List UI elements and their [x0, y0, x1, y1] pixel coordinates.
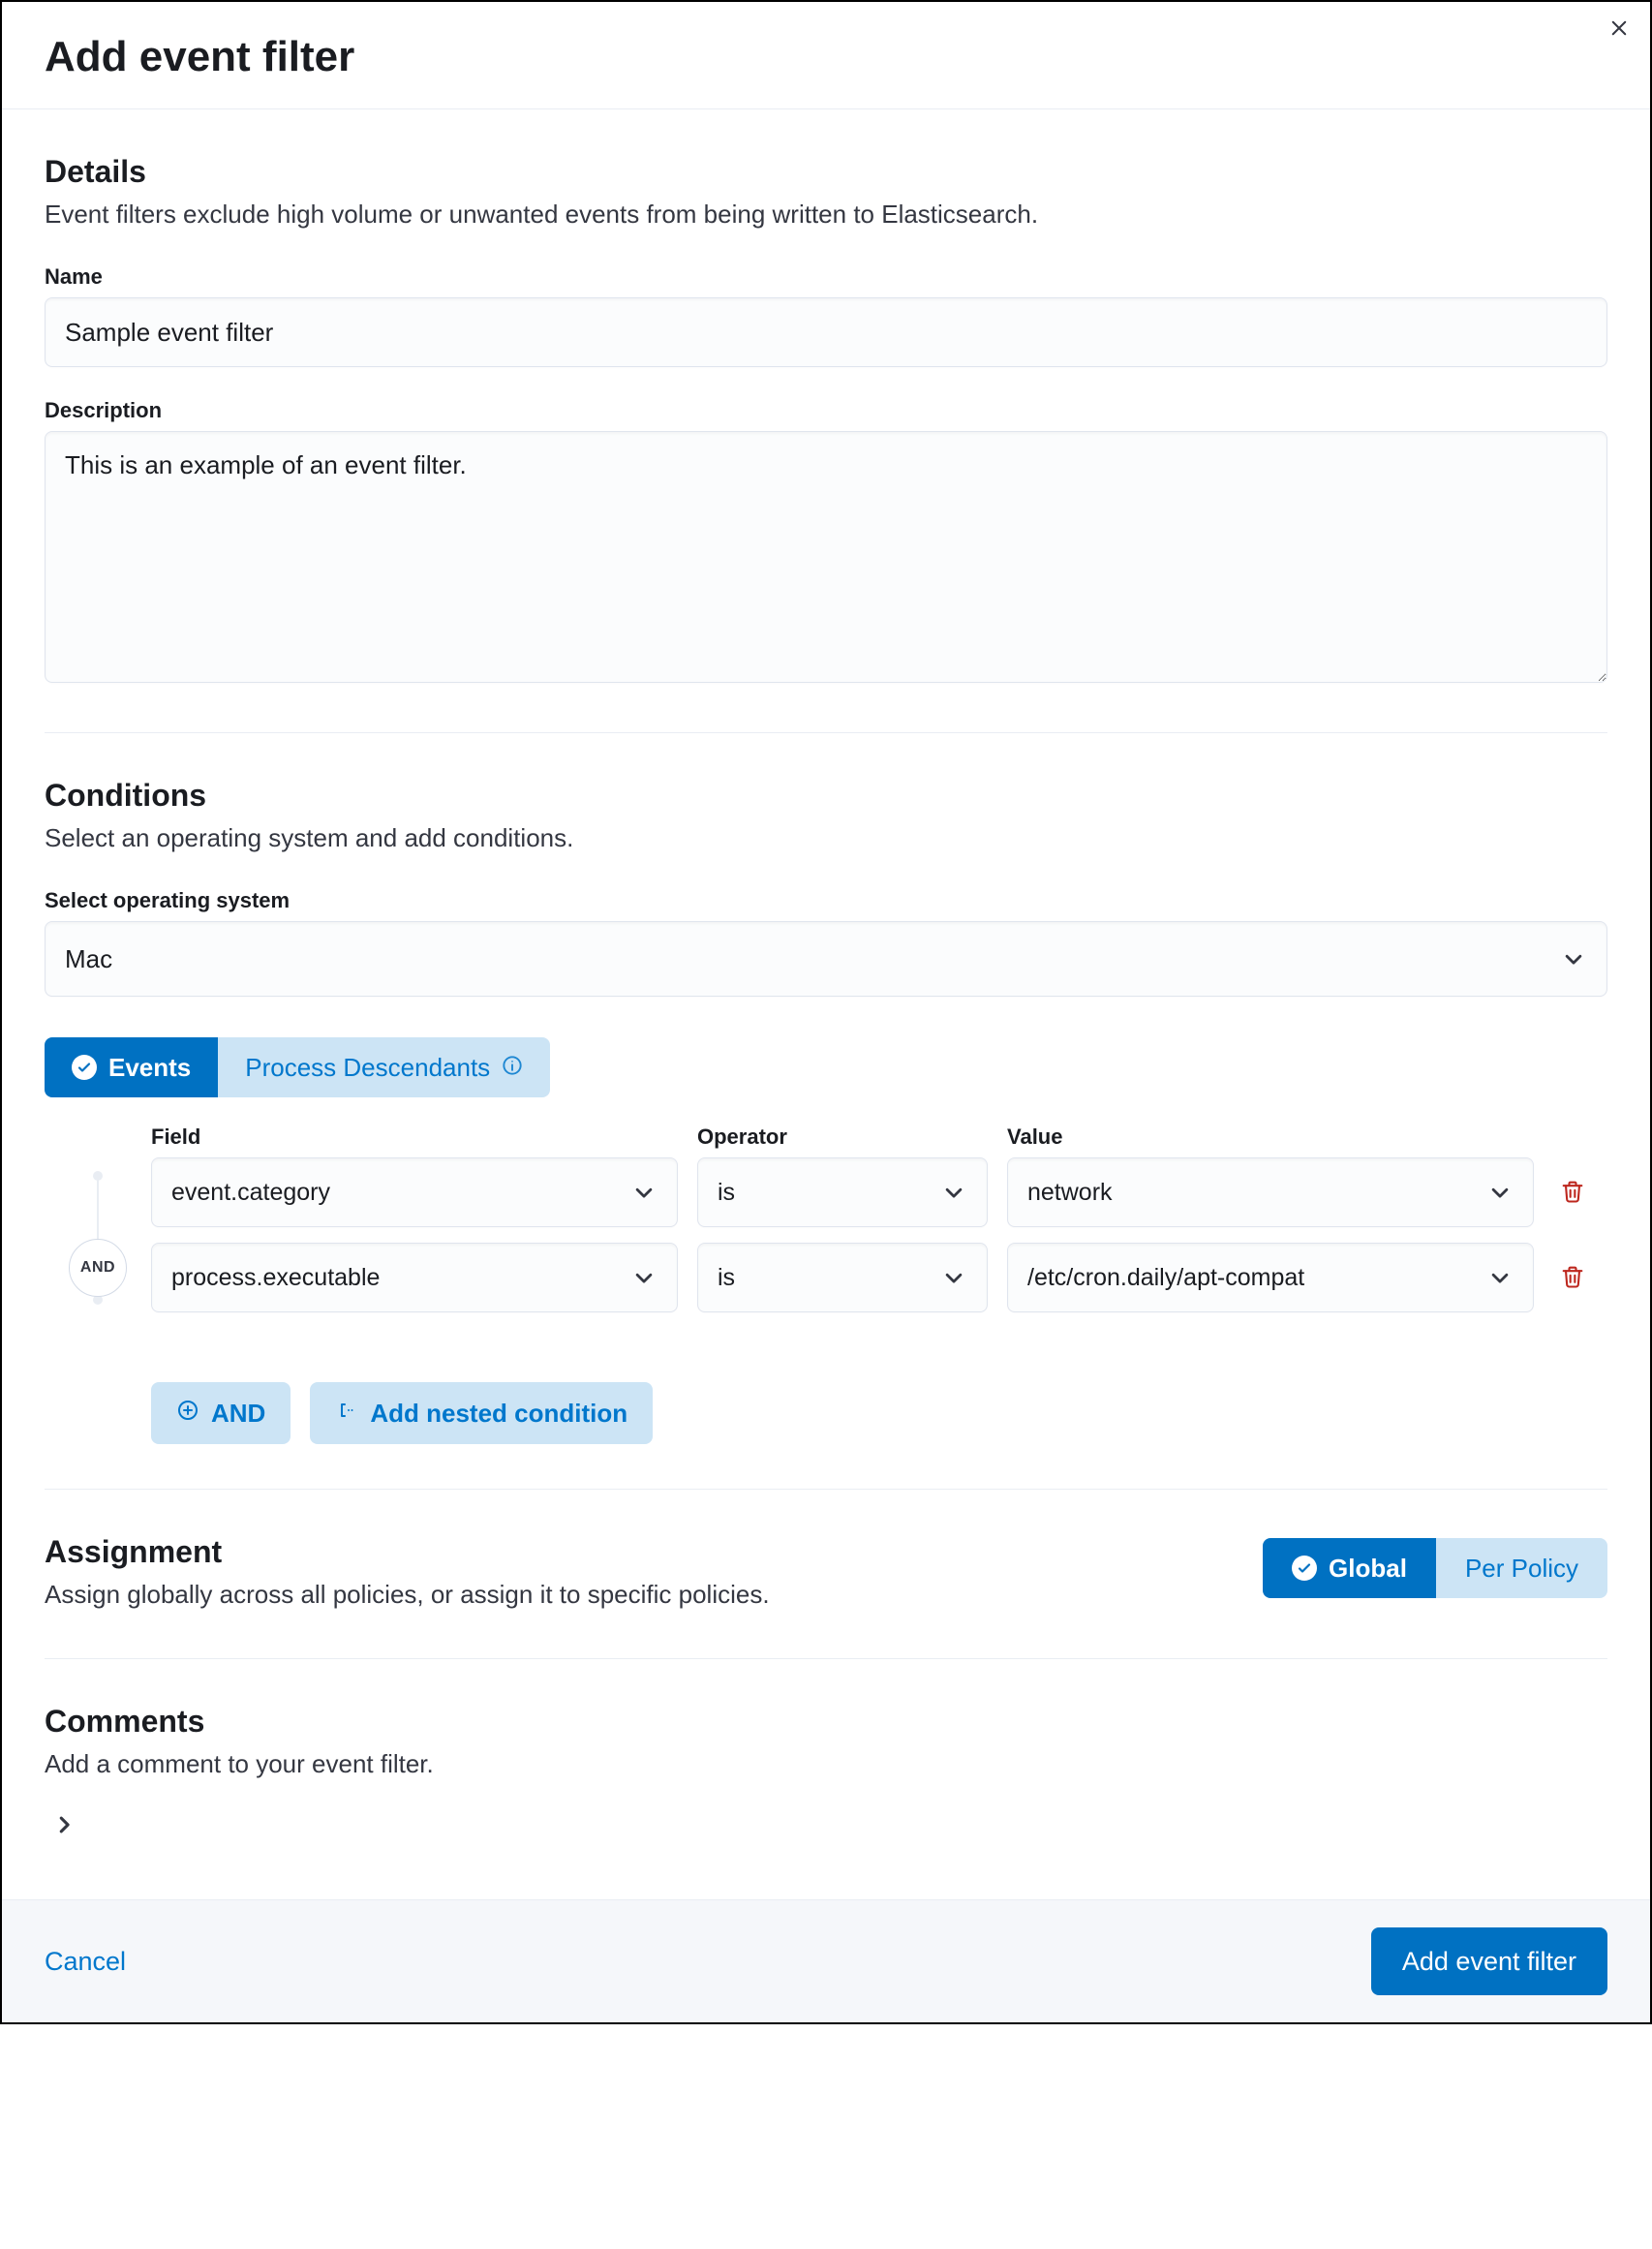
details-description: Event filters exclude high volume or unw… [45, 196, 1607, 233]
assignment-toggle: Global Per Policy [1263, 1538, 1607, 1598]
info-icon [502, 1053, 523, 1083]
col-header-value: Value [1007, 1124, 1534, 1150]
description-label: Description [45, 398, 1607, 423]
os-label: Select operating system [45, 888, 1607, 913]
modal-title: Add event filter [45, 33, 1607, 81]
check-circle-icon [1292, 1556, 1317, 1581]
col-header-field: Field [151, 1124, 678, 1150]
check-circle-icon [72, 1055, 97, 1080]
expand-comments-button[interactable] [45, 1806, 83, 1845]
close-icon [1609, 26, 1629, 41]
chevron-right-icon [53, 1814, 75, 1838]
conditions-section: Conditions Select an operating system an… [45, 732, 1607, 1444]
conditions-builder: AND Field Operator Value event.category [45, 1124, 1607, 1328]
nested-icon [335, 1399, 358, 1429]
plus-circle-icon [176, 1399, 199, 1429]
add-and-button[interactable]: AND [151, 1382, 291, 1444]
close-button[interactable] [1606, 15, 1633, 43]
modal-header: Add event filter [2, 2, 1650, 109]
cancel-button[interactable]: Cancel [45, 1947, 126, 1977]
assignment-heading: Assignment [45, 1534, 770, 1570]
submit-button[interactable]: Add event filter [1371, 1927, 1607, 1995]
name-input[interactable] [45, 297, 1607, 367]
trash-icon [1559, 1263, 1586, 1293]
trash-icon [1559, 1178, 1586, 1208]
field-select[interactable]: process.executable [151, 1243, 678, 1312]
conditions-description: Select an operating system and add condi… [45, 819, 1607, 857]
and-join-badge: AND [69, 1239, 127, 1297]
operator-select[interactable]: is [697, 1243, 988, 1312]
condition-row: process.executable is /etc/cron.daily/ap… [151, 1243, 1607, 1312]
assignment-global-button[interactable]: Global [1263, 1538, 1436, 1598]
col-header-operator: Operator [697, 1124, 988, 1150]
modal-footer: Cancel Add event filter [2, 1899, 1650, 2022]
field-select[interactable]: event.category [151, 1157, 678, 1227]
assignment-section: Assignment Assign globally across all po… [45, 1489, 1607, 1614]
comments-heading: Comments [45, 1704, 1607, 1740]
os-select[interactable]: Mac [45, 921, 1607, 997]
assignment-per-policy-label: Per Policy [1465, 1554, 1578, 1584]
assignment-global-label: Global [1329, 1554, 1407, 1584]
conditions-heading: Conditions [45, 778, 1607, 814]
comments-section: Comments Add a comment to your event fil… [45, 1658, 1607, 1845]
comments-description: Add a comment to your event filter. [45, 1745, 1607, 1783]
name-label: Name [45, 264, 1607, 290]
and-rail: AND [45, 1124, 151, 1328]
delete-condition-button[interactable] [1553, 1173, 1592, 1212]
operator-select[interactable]: is [697, 1157, 988, 1227]
value-select[interactable]: /etc/cron.daily/apt-compat [1007, 1243, 1534, 1312]
add-event-filter-modal: Add event filter Details Event filters e… [0, 0, 1652, 2024]
tab-events[interactable]: Events [45, 1037, 218, 1097]
add-nested-label: Add nested condition [370, 1399, 627, 1429]
tab-process-descendants-label: Process Descendants [245, 1053, 490, 1083]
condition-type-tabs: Events Process Descendants [45, 1037, 550, 1097]
tab-events-label: Events [108, 1053, 191, 1083]
details-section: Details Event filters exclude high volum… [45, 109, 1607, 688]
assignment-description: Assign globally across all policies, or … [45, 1576, 770, 1614]
description-input[interactable]: This is an example of an event filter. [45, 431, 1607, 683]
add-and-label: AND [211, 1399, 265, 1429]
add-nested-condition-button[interactable]: Add nested condition [310, 1382, 653, 1444]
assignment-per-policy-button[interactable]: Per Policy [1436, 1538, 1607, 1598]
details-heading: Details [45, 154, 1607, 190]
delete-condition-button[interactable] [1553, 1258, 1592, 1297]
tab-process-descendants[interactable]: Process Descendants [218, 1037, 550, 1097]
value-select[interactable]: network [1007, 1157, 1534, 1227]
condition-row: event.category is network [151, 1157, 1607, 1227]
